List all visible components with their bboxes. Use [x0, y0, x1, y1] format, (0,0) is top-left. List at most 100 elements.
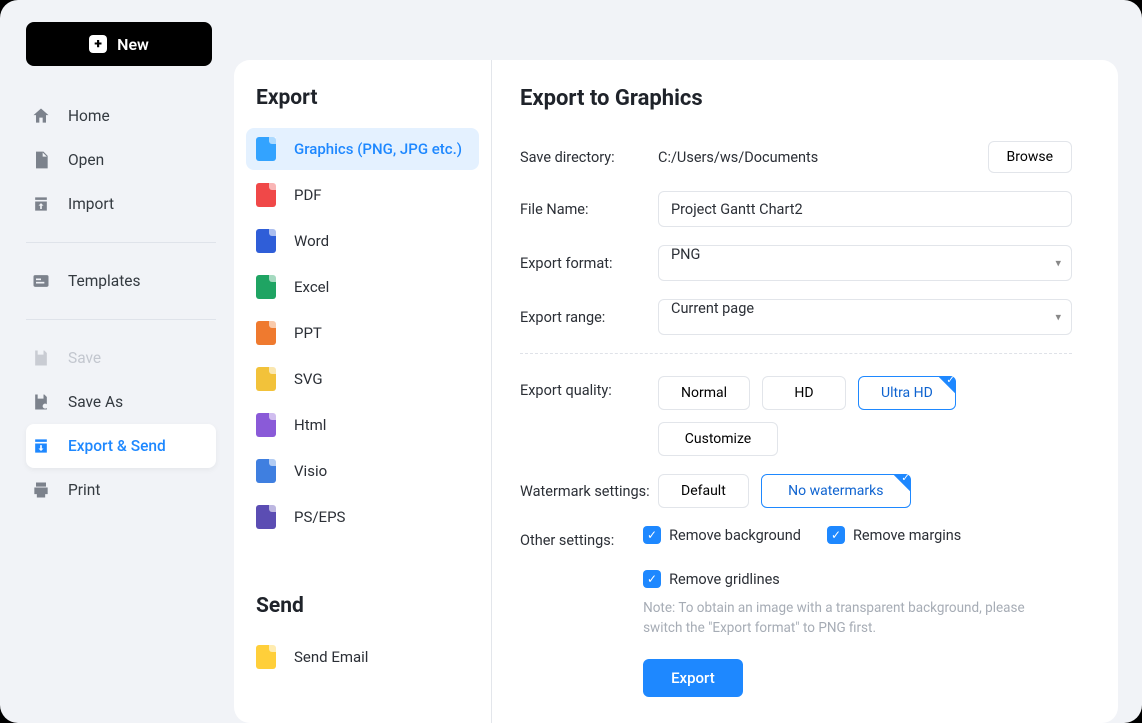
- row-export-quality: Export quality: Normal HD Ultra HD Custo…: [520, 376, 1072, 456]
- file-name-input[interactable]: [658, 191, 1072, 227]
- quality-segment: Normal HD Ultra HD: [658, 376, 956, 410]
- export-item-label: Graphics (PNG, JPG etc.): [294, 140, 462, 158]
- chevron-down-icon: ▾: [1055, 311, 1061, 324]
- save-icon: [30, 347, 52, 369]
- export-item-label: SVG: [294, 370, 323, 388]
- sidebar-item-templates[interactable]: Templates: [26, 259, 216, 303]
- import-icon: [30, 193, 52, 215]
- export-item-ppt[interactable]: PPT: [246, 312, 479, 354]
- open-icon: [30, 149, 52, 171]
- watermark-none-button[interactable]: No watermarks: [761, 474, 911, 508]
- row-export-range: Export range: Current page ▾: [520, 299, 1072, 335]
- send-list: Send Email: [234, 636, 491, 678]
- sidebar-item-print[interactable]: Print: [26, 468, 216, 512]
- file-type-icon: [256, 183, 276, 207]
- export-item-label: Html: [294, 416, 326, 434]
- nav-separator: [26, 242, 216, 243]
- nav: Home Open Import Templates Save Save As Expo…: [26, 94, 216, 512]
- sidebar-item-label: Templates: [68, 272, 141, 290]
- file-type-icon: [256, 367, 276, 391]
- export-item-pdf[interactable]: PDF: [246, 174, 479, 216]
- remove-gridlines-checkbox[interactable]: ✓Remove gridlines: [643, 570, 780, 588]
- file-type-icon: [256, 229, 276, 253]
- sidebar-item-label: Open: [68, 151, 104, 169]
- file-type-icon: [256, 321, 276, 345]
- export-item-label: Visio: [294, 462, 327, 480]
- send-heading: Send: [234, 594, 491, 636]
- export-item-ps-eps[interactable]: PS/EPS: [246, 496, 479, 538]
- export-range-value: Current page: [671, 300, 754, 317]
- export-type-list: Graphics (PNG, JPG etc.) PDF Word Excel PPT S…: [234, 128, 491, 538]
- row-export-format: Export format: PNG ▾: [520, 245, 1072, 281]
- row-file-name: File Name:: [520, 191, 1072, 227]
- label-file-name: File Name:: [520, 201, 658, 218]
- sidebar-item-label: Print: [68, 481, 100, 499]
- sidebar-item-label: Export & Send: [68, 437, 166, 455]
- note-text: Note: To obtain an image with a transpar…: [643, 598, 1063, 639]
- sidebar-item-label: Save As: [68, 393, 123, 411]
- sidebar-item-label: Home: [68, 107, 110, 125]
- file-type-icon: [256, 459, 276, 483]
- sidebar-item-save: Save: [26, 336, 216, 380]
- export-range-select[interactable]: Current page ▾: [658, 299, 1072, 335]
- export-item-label: PDF: [294, 186, 322, 204]
- sidebar-item-label: Save: [68, 349, 101, 367]
- export-heading: Export: [234, 86, 491, 128]
- page-title: Export to Graphics: [520, 86, 1072, 111]
- file-type-icon: [256, 505, 276, 529]
- browse-button[interactable]: Browse: [988, 141, 1072, 173]
- checkbox-checked-icon: ✓: [643, 570, 661, 588]
- file-type-icon: [256, 413, 276, 437]
- export-item-visio[interactable]: Visio: [246, 450, 479, 492]
- export-item-label: Word: [294, 232, 329, 250]
- export-item-excel[interactable]: Excel: [246, 266, 479, 308]
- export-format-select[interactable]: PNG ▾: [658, 245, 1072, 281]
- send-item-label: Send Email: [294, 648, 368, 666]
- other-checkbox-group: ✓Remove background ✓Remove margins ✓Remo…: [643, 526, 1072, 588]
- divider: [520, 353, 1072, 354]
- export-button[interactable]: Export: [643, 659, 743, 697]
- row-watermark: Watermark settings: Default No watermark…: [520, 474, 1072, 508]
- new-button[interactable]: + New: [26, 22, 212, 66]
- sidebar-item-import[interactable]: Import: [26, 182, 216, 226]
- plus-icon: +: [89, 35, 107, 53]
- file-type-icon: [256, 645, 276, 669]
- sidebar-item-export-send[interactable]: Export & Send: [26, 424, 216, 468]
- quality-customize-button[interactable]: Customize: [658, 422, 778, 456]
- remove-background-checkbox[interactable]: ✓Remove background: [643, 526, 801, 544]
- export-item-html[interactable]: Html: [246, 404, 479, 446]
- export-settings-panel: Export to Graphics Save directory: C:/Us…: [492, 60, 1118, 723]
- row-save-directory: Save directory: C:/Users/ws/Documents Br…: [520, 141, 1072, 173]
- value-save-directory: C:/Users/ws/Documents: [658, 149, 818, 166]
- export-item-word[interactable]: Word: [246, 220, 479, 262]
- chevron-down-icon: ▾: [1055, 257, 1061, 270]
- sidebar-item-save-as[interactable]: Save As: [26, 380, 216, 424]
- label-watermark: Watermark settings:: [520, 483, 658, 500]
- remove-margins-checkbox[interactable]: ✓Remove margins: [827, 526, 961, 544]
- checkbox-checked-icon: ✓: [827, 526, 845, 544]
- label-other-settings: Other settings:: [520, 526, 643, 549]
- quality-hd-button[interactable]: HD: [762, 376, 846, 410]
- label-export-format: Export format:: [520, 255, 658, 272]
- templates-icon: [30, 270, 52, 292]
- sidebar-item-open[interactable]: Open: [26, 138, 216, 182]
- sidebar-item-home[interactable]: Home: [26, 94, 216, 138]
- watermark-default-button[interactable]: Default: [658, 474, 749, 508]
- watermark-segment: Default No watermarks: [658, 474, 911, 508]
- export-item-label: PS/EPS: [294, 508, 345, 526]
- nav-separator: [26, 319, 216, 320]
- sidebar-item-label: Import: [68, 195, 114, 213]
- new-button-label: New: [117, 35, 149, 54]
- label-save-directory: Save directory:: [520, 149, 658, 166]
- saveas-icon: [30, 391, 52, 413]
- export-item-graphics-png-jpg-etc[interactable]: Graphics (PNG, JPG etc.): [246, 128, 479, 170]
- export-item-svg[interactable]: SVG: [246, 358, 479, 400]
- quality-ultrahd-button[interactable]: Ultra HD: [858, 376, 956, 410]
- export-item-label: PPT: [294, 324, 322, 342]
- selected-check-icon: [893, 474, 911, 492]
- send-item-send-email[interactable]: Send Email: [246, 636, 479, 678]
- file-type-icon: [256, 275, 276, 299]
- quality-normal-button[interactable]: Normal: [658, 376, 750, 410]
- label-export-range: Export range:: [520, 309, 658, 326]
- label-export-quality: Export quality:: [520, 376, 658, 399]
